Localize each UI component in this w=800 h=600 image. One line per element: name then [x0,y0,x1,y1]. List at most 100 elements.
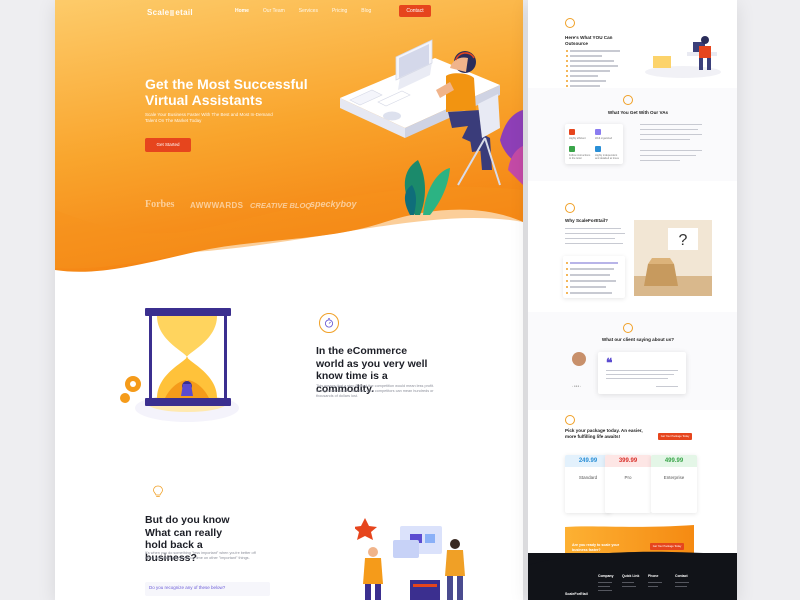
vas-title: What You Get With Our VAs [607,110,669,115]
lightbulb-icon-small [565,18,575,28]
why-list-item [566,261,618,264]
instructions-icon [569,146,575,152]
virtual-assistant-illustration [340,39,523,215]
desk-worker-illustration [645,36,721,78]
testimonial-card: ❝ [598,352,686,394]
efficient-icon [569,129,575,135]
why-text-line [565,228,621,230]
footer-wave [528,551,737,565]
clock-icon-small [623,323,633,333]
landing-page: Scale etail Home Our Team Services Pricin… [55,0,523,600]
nav-blog[interactable]: Blog [361,8,371,14]
plan-name: Enterprise [663,475,685,480]
team-chat-illustration [355,518,465,600]
quote-icon: ❝ [606,356,613,370]
outsource-list-item [566,69,610,72]
price-amount: 499.99 [651,455,697,467]
outsource-list-item [566,54,602,57]
get-started-button[interactable]: Get Started [145,138,191,152]
lightbulb-icon-small [565,415,575,425]
package-title: Pick your package today. An easier, more… [565,428,643,439]
logo-right: etail [175,8,193,17]
nav-our-team[interactable]: Our Team [263,8,285,14]
footer-col-quick-link: Quick Link [622,574,640,578]
lightbulb-icon-small [565,203,575,213]
plan-name: Pro [624,475,632,480]
press-logo-creative-bloq: CREATIVE BLOQ [250,201,312,210]
brand-logo[interactable]: Scale etail [147,8,193,17]
vas-text-line [640,155,696,157]
lightbulb-icon [148,482,168,502]
why-text-line [565,243,623,245]
outsource-list-item [566,74,598,77]
va-item-efficient: Highly efficient [569,137,586,140]
va-benefits-card: Highly efficient Well organized Follow i… [565,124,623,164]
price-card-enterprise[interactable]: 499.99 Enterprise [651,455,697,513]
footer-logo: ScaleForEtail [565,592,588,596]
logo-divider [170,9,175,16]
price-amount: 399.99 [605,455,651,467]
timer-icon [319,313,339,333]
why-text-line [565,233,625,235]
why-text-line [565,238,615,240]
vas-text-line [640,124,702,126]
quote-line [606,370,678,372]
footer-link-line [598,582,612,583]
va-item-independent: Highly independent and detailed at times [595,154,619,160]
why-title: Why ScaleForEtail? [565,218,608,223]
va-item-organized: Well organized [595,137,613,140]
footer-link-line [648,582,662,583]
outsource-title: Here's What YOU Can Outsource [565,35,613,46]
hold-section-body: It's when you do something "less importa… [145,551,256,561]
footer-link-line [675,586,687,587]
why-list-item [566,267,614,270]
quote-line [606,378,668,380]
why-list-item [566,285,606,288]
press-logo-awwwards: AWWWARDS [190,201,244,210]
outsource-list-item [566,79,606,82]
vas-text-line [640,150,702,152]
footer-link-line [622,582,634,583]
outsource-list-item [566,84,600,87]
outsource-list-item [566,64,618,67]
mockup-stage: Scale etail Home Our Team Services Pricin… [0,0,800,600]
footer-col-phone: Phone [648,574,659,578]
footer-link-line [598,590,612,591]
hourglass-illustration [120,308,239,422]
footer-link-line [622,586,636,587]
why-list-item [566,279,616,282]
footer-col-company: Company [598,574,614,578]
vas-text-line [640,160,680,162]
nav-pricing[interactable]: Pricing [332,8,347,14]
contact-button[interactable]: Contact [399,5,431,17]
footer-link-line [598,586,610,587]
va-item-instructions: Follow instructions to the letter [569,154,591,160]
outsource-list-item [566,49,620,52]
footer-col-contact: Contact [675,574,688,578]
get-package-button[interactable]: Get Your Package Today [658,433,692,440]
recognize-question-link[interactable]: Do you recognize any of these below? [145,582,270,596]
client-title: What our client saying about us? [601,337,675,342]
footer-link-line [675,582,689,583]
quote-line [606,374,674,376]
logo-left: Scale [147,8,170,17]
vas-text-line [640,134,702,136]
vas-text-line [640,129,698,131]
why-list-item [566,291,612,294]
quote-author-line [656,386,678,388]
nav-services[interactable]: Services [299,8,318,14]
nav-home[interactable]: Home [235,8,249,14]
nav-links: Home Our Team Services Pricing Blog [235,8,371,14]
vas-text-line [640,139,690,141]
question-box-illustration: ? [634,220,712,296]
testimonial-pager-arrows[interactable]: ‹ ●●● › [572,384,581,388]
svg-text:?: ? [679,232,688,249]
footer-link-line [648,586,658,587]
hero-subtitle: Scale Your Business Faster With The Best… [145,112,273,123]
price-card-pro[interactable]: 399.99 Pro [605,455,651,513]
outsource-list-item [566,59,614,62]
hero-section: Scale etail Home Our Team Services Pricin… [55,0,523,275]
organized-icon [595,129,601,135]
time-section-body: This means that a step Behind the compet… [316,384,434,399]
independent-icon [595,146,601,152]
